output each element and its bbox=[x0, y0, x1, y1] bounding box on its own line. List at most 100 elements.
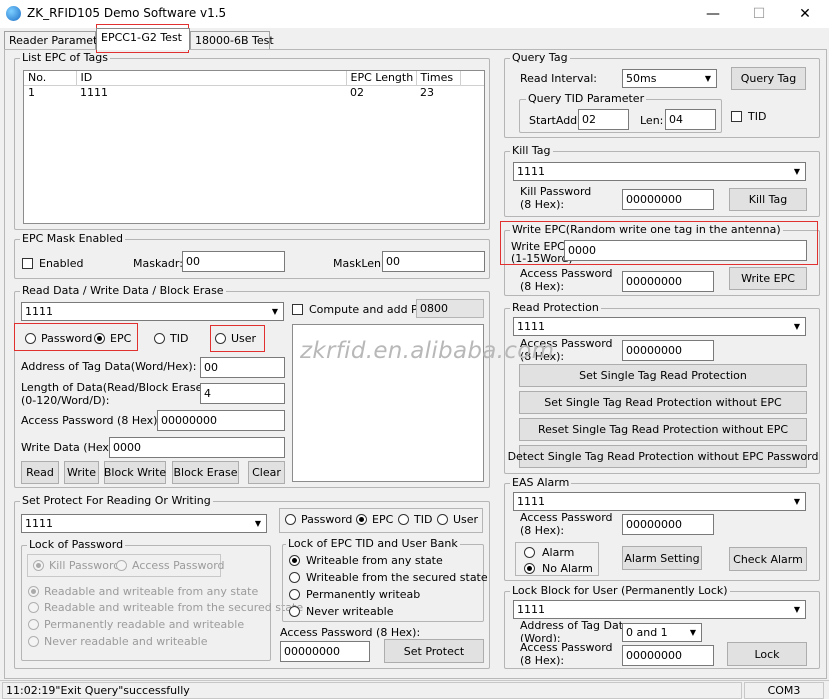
lock-button[interactable]: Lock bbox=[727, 642, 807, 666]
masklen-input[interactable]: 00 bbox=[382, 251, 485, 272]
eas-tag-value: 1111 bbox=[517, 495, 545, 508]
col-epc-length[interactable]: EPC Length bbox=[346, 71, 417, 86]
alarm-radio[interactable] bbox=[524, 547, 535, 558]
protect-radio-password[interactable] bbox=[285, 514, 296, 525]
read-protect-tag-select[interactable]: 1111 ▼ bbox=[513, 317, 806, 336]
pwd-opt1-radio[interactable] bbox=[28, 586, 39, 597]
set-read-protection-no-epc-button[interactable]: Set Single Tag Read Protection without E… bbox=[519, 391, 807, 414]
pwd-opt3-label: Permanently readable and writeable bbox=[44, 618, 245, 631]
pwd-opt2-radio[interactable] bbox=[28, 602, 39, 613]
write-epc-pwd-input[interactable]: 00000000 bbox=[622, 271, 714, 292]
eas-tag-select[interactable]: 1111 ▼ bbox=[513, 492, 806, 511]
rw-radio-user[interactable] bbox=[215, 333, 226, 344]
eas-pwd-input[interactable]: 00000000 bbox=[622, 514, 714, 535]
protect-radio-tid[interactable] bbox=[398, 514, 409, 525]
kill-tag-select[interactable]: 1111 ▼ bbox=[513, 162, 806, 181]
start-addr-input[interactable]: 02 bbox=[578, 109, 629, 130]
kill-pwd-label-1: Kill Password bbox=[520, 185, 592, 198]
length-input[interactable]: 4 bbox=[200, 383, 285, 404]
protect-radio-epc[interactable] bbox=[356, 514, 367, 525]
alarm-setting-button[interactable]: Alarm Setting bbox=[622, 546, 702, 570]
lock-pwd-input[interactable]: 00000000 bbox=[622, 645, 714, 666]
tab-reader-parameter[interactable]: Reader Parameter bbox=[4, 31, 109, 50]
kill-password-radio[interactable] bbox=[33, 560, 44, 571]
lock-block-tag-select[interactable]: 1111 ▼ bbox=[513, 600, 806, 619]
read-protect-pwd-input[interactable]: 00000000 bbox=[622, 340, 714, 361]
read-interval-select[interactable]: 50ms ▼ bbox=[622, 69, 717, 88]
tab-18000-6b-test[interactable]: 18000-6B Test bbox=[190, 31, 274, 50]
addr-input[interactable]: 00 bbox=[200, 357, 285, 378]
epc-opt4-radio[interactable] bbox=[289, 606, 300, 617]
rw-access-pwd-label: Access Password (8 Hex): bbox=[21, 414, 162, 427]
rw-access-pwd-input[interactable]: 00000000 bbox=[157, 410, 285, 431]
pwd-opt1-label: Readable and writeable from any state bbox=[44, 585, 259, 598]
rw-radio-password-label: Password bbox=[41, 332, 93, 345]
chevron-down-icon: ▼ bbox=[250, 515, 266, 532]
block-erase-button[interactable]: Block Erase bbox=[172, 461, 239, 484]
col-id[interactable]: ID bbox=[76, 71, 347, 86]
cell-no: 1 bbox=[28, 86, 35, 100]
kill-password-input[interactable]: 00000000 bbox=[622, 189, 714, 210]
epc-list-view[interactable]: No. ID EPC Length Times 1 1111 02 23 bbox=[23, 70, 485, 224]
write-epc-button[interactable]: Write EPC bbox=[729, 267, 807, 290]
rw-radio-user-label: User bbox=[231, 332, 257, 345]
cell-id: 1111 bbox=[80, 86, 108, 100]
epc-opt2-radio[interactable] bbox=[289, 572, 300, 583]
minimize-button[interactable]: — bbox=[690, 0, 736, 28]
query-tag-button[interactable]: Query Tag bbox=[731, 67, 806, 90]
access-password-radio[interactable] bbox=[116, 560, 127, 571]
eas-pwd-label-1: Access Password bbox=[520, 511, 613, 524]
block-write-button[interactable]: Block Write bbox=[104, 461, 166, 484]
no-alarm-radio-label: No Alarm bbox=[542, 562, 593, 575]
set-protect-button[interactable]: Set Protect bbox=[384, 639, 484, 663]
close-button[interactable]: ✕ bbox=[782, 0, 828, 28]
len-input[interactable]: 04 bbox=[665, 109, 716, 130]
app-icon bbox=[6, 6, 21, 21]
check-alarm-button[interactable]: Check Alarm bbox=[729, 547, 807, 571]
maskadr-input[interactable]: 00 bbox=[182, 251, 285, 272]
read-interval-value: 50ms bbox=[626, 72, 657, 85]
maximize-button[interactable]: ☐ bbox=[736, 0, 782, 28]
mask-enabled-checkbox[interactable] bbox=[22, 258, 33, 269]
detect-read-protection-button[interactable]: Detect Single Tag Read Protection withou… bbox=[508, 445, 818, 468]
epc-table: No. ID EPC Length Times 1 1111 02 23 bbox=[24, 71, 484, 100]
epc-opt3-radio[interactable] bbox=[289, 589, 300, 600]
chevron-down-icon: ▼ bbox=[267, 303, 283, 320]
write-data-input[interactable]: 0000 bbox=[109, 437, 285, 458]
rw-radio-password[interactable] bbox=[25, 333, 36, 344]
epc-opt1-radio[interactable] bbox=[289, 555, 300, 566]
protect-access-input[interactable]: 00000000 bbox=[280, 641, 370, 662]
set-protect-legend: Set Protect For Reading Or Writing bbox=[20, 494, 213, 507]
read-protect-tag-value: 1111 bbox=[517, 320, 545, 333]
table-row[interactable]: 1 1111 02 23 bbox=[24, 85, 484, 100]
tid-checkbox[interactable] bbox=[731, 111, 742, 122]
rw-tag-select[interactable]: 1111 ▼ bbox=[21, 302, 284, 321]
kill-tag-button[interactable]: Kill Tag bbox=[729, 188, 807, 211]
read-interval-label: Read Interval: bbox=[520, 72, 597, 85]
lock-addr-select[interactable]: 0 and 1 ▼ bbox=[622, 623, 702, 642]
rw-tag-value: 1111 bbox=[25, 305, 53, 318]
rw-radio-epc[interactable] bbox=[94, 333, 105, 344]
protect-tag-select[interactable]: 1111 ▼ bbox=[21, 514, 267, 533]
rw-radio-tid[interactable] bbox=[154, 333, 165, 344]
rw-radio-epc-label: EPC bbox=[110, 332, 132, 345]
tab-epcc1-g2-test[interactable]: EPCC1-G2 Test bbox=[96, 28, 190, 50]
write-button[interactable]: Write bbox=[64, 461, 99, 484]
chevron-down-icon: ▼ bbox=[789, 601, 805, 618]
no-alarm-radio[interactable] bbox=[524, 563, 535, 574]
set-read-protection-button[interactable]: Set Single Tag Read Protection bbox=[519, 364, 807, 387]
reset-read-protection-no-epc-button[interactable]: Reset Single Tag Read Protection without… bbox=[519, 418, 807, 441]
pwd-opt3-radio[interactable] bbox=[28, 619, 39, 630]
clear-button[interactable]: Clear bbox=[248, 461, 285, 484]
protect-radio-user[interactable] bbox=[437, 514, 448, 525]
col-times[interactable]: Times bbox=[416, 71, 461, 86]
read-button[interactable]: Read bbox=[21, 461, 59, 484]
chevron-down-icon: ▼ bbox=[789, 163, 805, 180]
write-epc-input[interactable]: 0000 bbox=[564, 240, 807, 261]
col-no[interactable]: No. bbox=[24, 71, 77, 86]
masklen-label: MaskLen: bbox=[333, 257, 385, 270]
compute-pc-checkbox[interactable] bbox=[292, 304, 303, 315]
pwd-opt4-radio[interactable] bbox=[28, 636, 39, 647]
epc-opt1-label: Writeable from any state bbox=[306, 554, 443, 567]
write-epc-legend: Write EPC(Random write one tag in the an… bbox=[510, 223, 783, 236]
